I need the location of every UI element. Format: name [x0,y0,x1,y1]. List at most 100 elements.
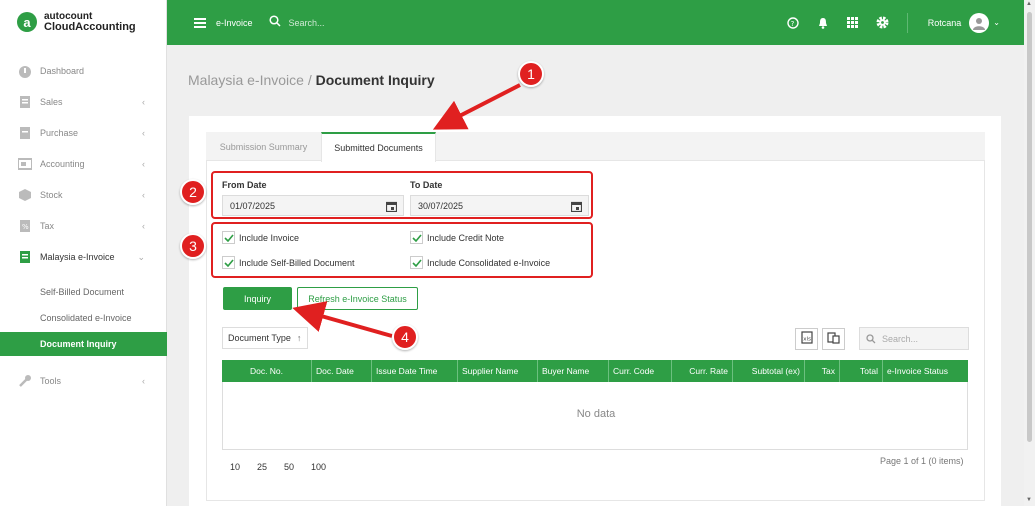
logo-mark-icon: a [17,12,37,32]
column-header[interactable]: Total [840,360,883,382]
svg-text:?: ? [790,20,794,28]
breadcrumb-parent[interactable]: Malaysia e-Invoice [188,72,304,88]
sidebar-item-tax[interactable]: % Tax ‹ [0,214,167,238]
refresh-einvoice-status-button[interactable]: Refresh e-Invoice Status [297,287,418,310]
app-logo[interactable]: a autocount CloudAccounting [0,0,166,44]
user-name[interactable]: Rotcana [928,18,962,28]
column-header[interactable]: Doc. No. [222,360,312,382]
no-data-message: No data [576,408,616,420]
top-search-input[interactable]: Search... [289,18,325,28]
wrench-icon [18,374,32,388]
sidebar-item-accounting[interactable]: Accounting ‹ [0,152,167,176]
chevron-left-icon: ‹ [142,128,145,138]
help-icon[interactable]: ? [787,16,799,29]
sidebar-subitem-label: Consolidated e-Invoice [40,313,132,323]
hamburger-menu-icon[interactable] [194,16,206,30]
sidebar-item-stock[interactable]: Stock ‹ [0,183,167,207]
topbar-divider [906,12,908,33]
breadcrumb: Malaysia e-Invoice / Document Inquiry [188,72,435,88]
column-header[interactable]: Curr. Code [609,360,672,382]
annotation-box-dates [211,171,593,219]
tax-icon: % [18,219,32,233]
svg-text:xls: xls [803,337,811,343]
sidebar-subitem-consolidated[interactable]: Consolidated e-Invoice [0,306,167,330]
sidebar-item-label: Accounting [40,159,85,169]
column-header[interactable]: Supplier Name [458,360,538,382]
sidebar-item-label: Tax [40,221,55,231]
sidebar-item-label: Purchase [40,128,79,138]
sidebar-item-label: Dashboard [40,66,85,76]
sidebar-item-dashboard[interactable]: Dashboard [0,59,167,83]
page-scrollbar[interactable]: ▲ ▼ [1024,0,1035,506]
group-label: Document Type [228,333,291,343]
chevron-down-icon: ⌄ [137,251,145,262]
scroll-thumb[interactable] [1027,12,1032,442]
page-size-option[interactable]: 100 [311,462,326,472]
column-chooser-button[interactable] [822,328,845,350]
purchase-icon [18,126,32,140]
sidebar-subitem-document-inquiry[interactable]: Document Inquiry [0,332,167,356]
apps-grid-icon[interactable] [846,17,858,28]
annotation-badge-2: 2 [180,179,206,205]
breadcrumb-separator: / [303,72,316,88]
excel-export-icon: xls [800,331,813,347]
sort-arrow-icon[interactable]: ↑ [297,333,302,343]
dashboard-icon [18,64,32,78]
logo-bottom-text: CloudAccounting [44,21,136,33]
svg-text:%: % [22,223,29,231]
sidebar-subitem-self-billed[interactable]: Self-Billed Document [0,280,167,304]
sidebar-item-tools[interactable]: Tools ‹ [0,369,167,393]
bell-icon[interactable] [817,17,829,29]
accounting-icon [18,157,32,171]
export-excel-button[interactable]: xls [795,328,818,350]
search-icon[interactable] [268,15,281,30]
page-size-selector: 10 25 50 100 [230,462,343,472]
sidebar-item-label: Malaysia e-Invoice [40,252,115,262]
search-icon [866,333,876,343]
scroll-down-arrow-icon[interactable]: ▼ [1026,497,1032,503]
column-header[interactable]: Doc. Date [312,360,372,382]
chevron-down-icon[interactable]: ⌄ [993,18,1000,27]
sidebar: a autocount CloudAccounting Dashboard Sa… [0,0,167,506]
sidebar-subitem-label: Document Inquiry [40,339,117,349]
inquiry-button[interactable]: Inquiry [223,287,292,310]
column-header[interactable]: Buyer Name [538,360,609,382]
page-size-option[interactable]: 50 [284,462,294,472]
page-info: Page 1 of 1 (0 items) [880,456,964,466]
column-chooser-icon [827,331,840,347]
column-header[interactable]: e-Invoice Status [883,360,968,382]
module-name[interactable]: e-Invoice [216,18,253,28]
sidebar-item-sales[interactable]: Sales ‹ [0,90,167,114]
chevron-left-icon: ‹ [142,159,145,169]
column-header[interactable]: Issue Date Time [372,360,458,382]
sidebar-item-purchase[interactable]: Purchase ‹ [0,121,167,145]
annotation-badge-3: 3 [180,233,206,259]
tab-submission-summary[interactable]: Submission Summary [206,132,321,161]
avatar[interactable] [969,12,990,33]
sidebar-subitem-label: Self-Billed Document [40,287,125,297]
grid-search-placeholder: Search... [882,333,919,344]
column-header[interactable]: Subtotal (ex) [733,360,805,382]
stock-icon [18,188,32,202]
chevron-left-icon: ‹ [142,221,145,231]
column-header[interactable]: Tax [805,360,840,382]
sidebar-item-malaysia-einvoice[interactable]: Malaysia e-Invoice ⌄ [0,245,167,269]
tab-submitted-documents[interactable]: Submitted Documents [321,132,436,162]
grid-header: Doc. No. Doc. Date Issue Date Time Suppl… [222,360,968,382]
grid-search-input[interactable]: Search... [859,327,969,350]
sales-icon [18,95,32,109]
scroll-up-arrow-icon[interactable]: ▲ [1026,1,1032,7]
sidebar-item-label: Stock [40,190,63,200]
group-by-document-type[interactable]: Document Type ↑ [222,327,308,349]
sidebar-item-label: Tools [40,376,62,386]
chevron-left-icon: ‹ [142,97,145,107]
chevron-left-icon: ‹ [142,190,145,200]
einvoice-icon [18,250,32,264]
gear-icon[interactable] [876,16,889,29]
page-size-option[interactable]: 25 [257,462,267,472]
annotation-box-checkboxes [211,222,593,278]
column-header[interactable]: Curr. Rate [672,360,733,382]
page-size-option[interactable]: 10 [230,462,240,472]
grid-body: No data [222,382,968,450]
annotation-badge-1: 1 [518,61,544,87]
